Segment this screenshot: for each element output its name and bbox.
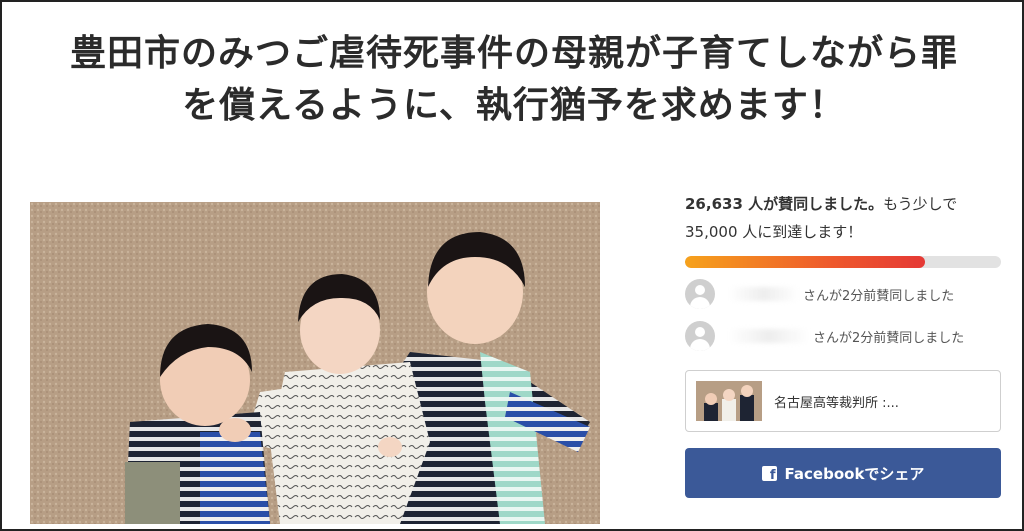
signer-name-redacted bbox=[729, 329, 809, 343]
decision-maker-thumbnail bbox=[696, 381, 762, 421]
recent-signer-item: さんが2分前賛同しました bbox=[685, 320, 1001, 352]
avatar-placeholder-icon bbox=[685, 279, 715, 309]
triplets-photo-illustration bbox=[30, 202, 600, 524]
facebook-share-button[interactable]: f Facebookでシェア bbox=[685, 448, 1001, 498]
signed-count-text: 26,633 人が賛同しました。 bbox=[685, 195, 884, 213]
petition-title-line-1: 豊田市のみつご虐待死事件の母親が子育てしながら罪 bbox=[69, 33, 958, 74]
petition-sidebar: 26,633 人が賛同しました。もう少しで 35,000 人に到達します！ さん… bbox=[685, 190, 1001, 498]
decision-maker-card[interactable]: 名古屋高等裁判所 :... bbox=[685, 370, 1001, 432]
page-frame: 豊田市のみつご虐待死事件の母親が子育てしながら罪 を償えるように、執行猶予を求め… bbox=[0, 0, 1024, 531]
signature-progress-fill bbox=[685, 256, 926, 268]
signer-activity-text: さんが2分前賛同しました bbox=[813, 330, 965, 346]
facebook-icon: f bbox=[761, 465, 777, 482]
decision-maker-label: 名古屋高等裁判所 :... bbox=[774, 395, 899, 411]
recent-signer-item: さんが2分前賛同しました bbox=[685, 278, 1001, 310]
more-text: もう少しで bbox=[883, 195, 958, 213]
signer-activity-text: さんが2分前賛同しました bbox=[803, 288, 955, 304]
goal-text: 35,000 人に到達します！ bbox=[685, 223, 863, 241]
petition-title: 豊田市のみつご虐待死事件の母親が子育てしながら罪 を償えるように、執行猶予を求め… bbox=[2, 28, 1024, 132]
petition-title-line-2: を償えるように、執行猶予を求めます！ bbox=[182, 85, 846, 126]
avatar-placeholder-icon bbox=[685, 321, 715, 351]
petition-photo bbox=[30, 202, 600, 524]
signature-count: 26,633 人が賛同しました。もう少しで 35,000 人に到達します！ bbox=[685, 190, 1001, 246]
signer-name-redacted bbox=[729, 287, 799, 301]
signature-progress-bar bbox=[685, 256, 1001, 268]
facebook-share-label: Facebookでシェア bbox=[784, 464, 925, 483]
